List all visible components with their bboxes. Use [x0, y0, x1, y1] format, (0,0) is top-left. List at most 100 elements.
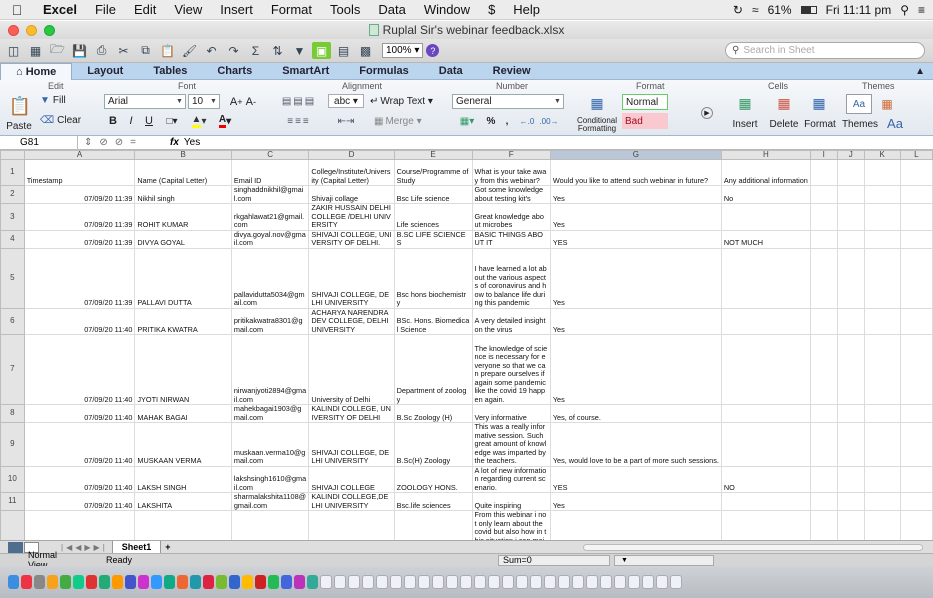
fill-button[interactable]: ▼ Fill	[40, 93, 66, 107]
empty-cell[interactable]	[863, 229, 901, 249]
status-sum[interactable]: Sum=0	[498, 554, 610, 566]
italic-button[interactable]: I	[124, 114, 138, 128]
empty-cell[interactable]	[836, 334, 865, 405]
currency-icon[interactable]: ▦▾	[452, 114, 482, 128]
worksheet-grid[interactable]: A B C D E F G H I J K L 1 Timestamp Name…	[0, 150, 933, 540]
cell-email[interactable]: lakshsingh1610@gmail.com	[230, 465, 310, 493]
empty-cell[interactable]	[836, 404, 865, 423]
dock-app-icon[interactable]	[21, 575, 32, 589]
header-cell-timestamp[interactable]: Timestamp	[23, 159, 136, 186]
menu-format[interactable]: Format	[262, 2, 321, 17]
dock-app-icon[interactable]	[34, 575, 45, 589]
increase-decimal-icon[interactable]: ←.0	[518, 114, 536, 128]
cell-course[interactable]: B.Sc Zoology (H)	[393, 404, 473, 423]
dock-app-icon[interactable]	[125, 575, 136, 589]
style-bad[interactable]: Bad	[622, 113, 668, 129]
empty-cell[interactable]	[809, 404, 838, 423]
row-header[interactable]: 1	[0, 159, 25, 186]
row-header[interactable]: 6	[0, 307, 25, 335]
cell-attend-future[interactable]: Yes	[549, 247, 722, 309]
empty-cell[interactable]	[836, 229, 865, 249]
empty-cell[interactable]	[899, 334, 933, 405]
cut-icon[interactable]: ✂	[114, 42, 133, 59]
paste-icon[interactable]: 📋	[8, 93, 32, 119]
header-cell-additional-info[interactable]: Any additional information	[720, 159, 811, 186]
open-icon[interactable]: 🗁	[48, 42, 67, 59]
theme-fonts-button[interactable]: Aa	[880, 116, 910, 131]
empty-cell[interactable]	[809, 334, 838, 405]
column-header-d[interactable]: D	[308, 150, 395, 160]
cell-takeaway[interactable]: Very informative	[471, 404, 551, 423]
clock[interactable]: Fri 11:11 pm	[826, 3, 892, 17]
cell-takeaway[interactable]: A lot of new information regarding curre…	[471, 465, 551, 493]
dock-app-icon[interactable]	[177, 575, 188, 589]
cell-timestamp[interactable]: 07/09/20 11:40	[23, 492, 136, 511]
empty-cell[interactable]	[809, 307, 838, 335]
cell-college[interactable]: SHIVAJI COLLEGE, DELHI UNIVERSITY	[308, 247, 395, 309]
cell-course[interactable]: Bsc.life sciences	[393, 492, 473, 511]
number-format-select[interactable]: General ▼	[452, 94, 564, 109]
cell-email[interactable]: pritikakwatra8301@gmail.com	[230, 307, 310, 335]
menu-help[interactable]: Help	[504, 2, 549, 17]
cancel-entry-icon[interactable]: ⊘	[99, 137, 107, 148]
cell-attend-future[interactable]: Yes	[549, 492, 722, 511]
underline-button[interactable]: U	[142, 114, 156, 128]
dock-document-icon[interactable]	[474, 575, 486, 589]
cell-attend-future[interactable]: Yes, of course.	[549, 404, 722, 423]
dock-app-icon[interactable]	[8, 575, 19, 589]
menu-edit[interactable]: Edit	[125, 2, 165, 17]
dock-app-icon[interactable]	[86, 575, 97, 589]
cell-attend-future[interactable]: YES	[549, 465, 722, 493]
cell-takeaway[interactable]: I have learned a lot about the various a…	[471, 247, 551, 309]
cell-email[interactable]: singhaddnikhil@gmail.com	[230, 185, 310, 204]
format-cells-icon[interactable]: ▦	[808, 92, 830, 114]
indent-buttons[interactable]: ⇤⇥	[328, 114, 364, 128]
cell-email[interactable]: mahekbagai1903@gmail.com	[230, 404, 310, 423]
dock-app-icon[interactable]	[203, 575, 214, 589]
font-name-select[interactable]: Arial ▼	[104, 94, 186, 109]
tab-smartart[interactable]: SmartArt	[267, 63, 344, 80]
comma-style-button[interactable]: ,	[500, 114, 514, 128]
font-size-select[interactable]: 10 ▼	[188, 94, 220, 109]
copy-icon[interactable]: ⧉	[136, 42, 155, 59]
cell-additional-info[interactable]	[720, 492, 811, 511]
dock-app-icon[interactable]	[307, 575, 318, 589]
dock-app-icon[interactable]	[99, 575, 110, 589]
row-header[interactable]: 5	[0, 247, 25, 309]
insert-function-icon[interactable]: fx	[170, 137, 179, 148]
battery-percent[interactable]: 61%	[768, 3, 792, 17]
text-orientation-button[interactable]: abc ▾	[328, 94, 364, 108]
cell-name[interactable]: MUSKAAN VERMA	[134, 422, 232, 467]
empty-cell[interactable]	[809, 159, 838, 186]
time-machine-icon[interactable]: ↻	[733, 3, 743, 17]
cell-college[interactable]: ACHARYA NARENDRA DEV COLLEGE, DELHI UNIV…	[308, 307, 395, 335]
name-box[interactable]: G81	[0, 135, 78, 150]
cell-timestamp[interactable]: 07/09/20 11:39	[23, 229, 136, 249]
merge-button[interactable]: ▦ Merge ▾	[374, 114, 422, 128]
empty-cell[interactable]	[809, 510, 838, 540]
cell-timestamp[interactable]: 07/09/20 11:40	[23, 404, 136, 423]
undo-icon[interactable]: ↶	[202, 42, 221, 59]
empty-cell[interactable]	[899, 229, 933, 249]
dock-document-icon[interactable]	[558, 575, 570, 589]
dock-app-icon[interactable]	[164, 575, 175, 589]
apple-menu-icon[interactable]: 	[0, 2, 34, 18]
menu-file[interactable]: File	[86, 2, 125, 17]
menu-tools[interactable]: Tools	[321, 2, 369, 17]
cell-name[interactable]: MAHAK BAGAI	[134, 404, 232, 423]
empty-cell[interactable]	[836, 422, 865, 467]
tab-data[interactable]: Data	[424, 63, 478, 80]
delete-cells-icon[interactable]: ▦	[773, 92, 795, 114]
empty-cell[interactable]	[899, 203, 933, 231]
cell-takeaway[interactable]: This was a really informative session. S…	[471, 422, 551, 467]
tab-formulas[interactable]: Formulas	[344, 63, 424, 80]
dock-app-icon[interactable]	[138, 575, 149, 589]
themes-button[interactable]: Themes	[842, 118, 878, 130]
cell-additional-info[interactable]	[720, 203, 811, 231]
tab-layout[interactable]: Layout	[72, 63, 138, 80]
filter-icon[interactable]: ▼	[290, 42, 309, 59]
cell-course[interactable]: Bsc hons biochemistry	[393, 247, 473, 309]
format-button[interactable]: Format	[802, 118, 838, 130]
column-header-g[interactable]: G	[549, 150, 722, 160]
cell-email[interactable]: rkgahlawat21@gmail.com	[230, 203, 310, 231]
